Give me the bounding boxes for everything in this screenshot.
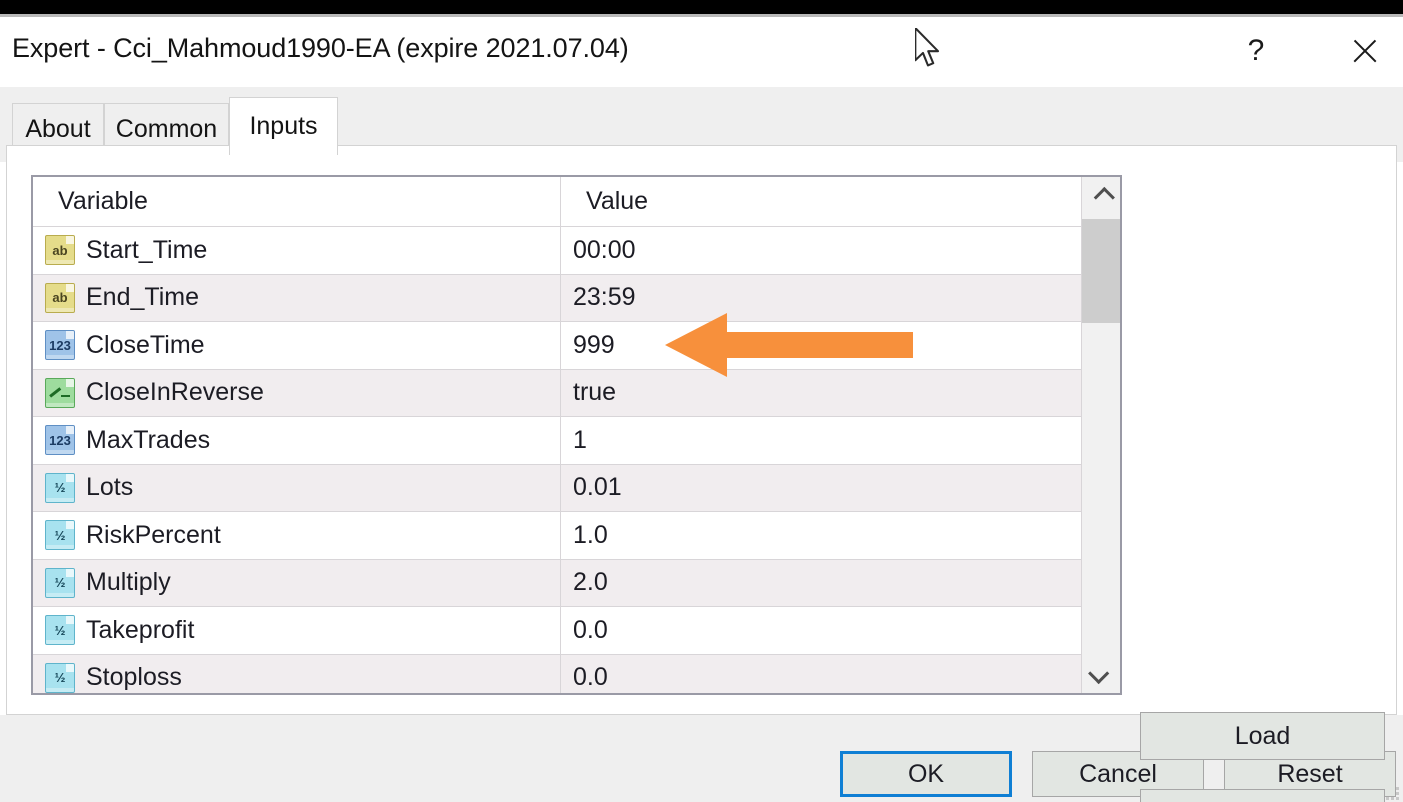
ok-button-label: OK [908,760,944,789]
variable-name: Multiply [86,568,171,597]
question-mark-icon: ? [1248,34,1265,68]
row-variable-cell: ½ Stoploss [33,655,561,696]
ok-button[interactable]: OK [840,751,1012,797]
vertical-scrollbar[interactable] [1081,177,1120,693]
row-variable-cell: ½ Lots [33,465,561,512]
close-icon [1350,36,1380,66]
row-value-cell[interactable]: 23:59 [561,275,1081,322]
variable-value: 1.0 [573,521,608,550]
boolean-type-icon [45,378,75,408]
table-row[interactable]: 123 CloseTime 999 [33,322,1081,370]
variable-value: 0.0 [573,616,608,645]
header-cell-variable: Variable [33,177,561,226]
row-value-cell[interactable]: 00:00 [561,227,1081,274]
dialog-titlebar: Expert - Cci_Mahmoud1990-EA (expire 2021… [0,17,1403,87]
tab-inputs[interactable]: Inputs [229,97,338,155]
close-button[interactable] [1338,27,1392,75]
inputs-tab-panel: Variable Value ab Start_Time 00: [6,145,1397,715]
load-button[interactable]: Load [1140,712,1385,760]
row-value-cell[interactable]: 0.01 [561,465,1081,512]
row-value-cell[interactable]: 0.0 [561,607,1081,654]
chevron-down-icon [1088,662,1109,683]
row-variable-cell: ½ RiskPercent [33,512,561,559]
variable-name: Lots [86,473,133,502]
expert-settings-dialog: Expert - Cci_Mahmoud1990-EA (expire 2021… [0,17,1403,802]
tab-about-label: About [25,115,90,144]
variable-name: Start_Time [86,236,207,265]
double-type-icon: ½ [45,615,75,645]
row-variable-cell: 123 MaxTrades [33,417,561,464]
row-variable-cell: 123 CloseTime [33,322,561,369]
integer-type-icon: 123 [45,330,75,360]
variable-value: 2.0 [573,568,608,597]
variable-value: 00:00 [573,236,636,265]
save-button[interactable]: Save [1140,789,1385,802]
variable-name: Stoploss [86,663,182,692]
double-type-icon: ½ [45,473,75,503]
variable-name: End_Time [86,283,199,312]
row-variable-cell: CloseInReverse [33,370,561,417]
scrollbar-down-button[interactable] [1082,653,1120,693]
scrollbar-up-button[interactable] [1082,177,1120,217]
integer-type-icon: 123 [45,425,75,455]
chevron-up-icon [1093,186,1114,207]
table-header-row: Variable Value [33,177,1081,227]
reset-button-label: Reset [1277,760,1342,789]
inputs-list-body: Variable Value ab Start_Time 00: [33,177,1081,693]
row-value-cell[interactable]: 0.0 [561,655,1081,696]
table-row[interactable]: CloseInReverse true [33,370,1081,418]
table-row[interactable]: ½ Takeprofit 0.0 [33,607,1081,655]
tab-common-label: Common [116,115,217,144]
row-value-cell[interactable]: 999 [561,322,1081,369]
scrollbar-thumb[interactable] [1082,219,1120,323]
table-row[interactable]: ab Start_Time 00:00 [33,227,1081,275]
screen-root: Expert - Cci_Mahmoud1990-EA (expire 2021… [0,0,1403,802]
column-header-variable: Variable [45,187,148,216]
double-type-icon: ½ [45,663,75,693]
variable-name: CloseInReverse [86,378,264,407]
string-type-icon: ab [45,235,75,265]
row-variable-cell: ab End_Time [33,275,561,322]
variable-name: Takeprofit [86,616,194,645]
help-button[interactable]: ? [1229,27,1283,75]
table-row[interactable]: ½ Lots 0.01 [33,465,1081,513]
variable-name: MaxTrades [86,426,210,455]
header-cell-value: Value [561,177,1081,226]
row-value-cell[interactable]: 1 [561,417,1081,464]
screen-capture-top-bar [0,0,1403,14]
table-row[interactable]: 123 MaxTrades 1 [33,417,1081,465]
variable-value: true [573,378,616,407]
tab-inputs-label: Inputs [249,112,317,141]
variable-value: 0.01 [573,473,622,502]
table-row[interactable]: ½ RiskPercent 1.0 [33,512,1081,560]
variable-value: 23:59 [573,283,636,312]
variable-value: 999 [573,331,615,360]
table-row[interactable]: ab End_Time 23:59 [33,275,1081,323]
table-row[interactable]: ½ Multiply 2.0 [33,560,1081,608]
double-type-icon: ½ [45,568,75,598]
variable-name: CloseTime [86,331,205,360]
row-variable-cell: ab Start_Time [33,227,561,274]
load-button-label: Load [1235,722,1291,751]
string-type-icon: ab [45,283,75,313]
variable-value: 0.0 [573,663,608,692]
double-type-icon: ½ [45,520,75,550]
column-header-value: Value [573,187,648,216]
dialog-title: Expert - Cci_Mahmoud1990-EA (expire 2021… [12,33,629,64]
row-value-cell[interactable]: 2.0 [561,560,1081,607]
row-value-cell[interactable]: true [561,370,1081,417]
save-button-label: Save [1234,799,1291,802]
row-variable-cell: ½ Multiply [33,560,561,607]
cancel-button-label: Cancel [1079,760,1157,789]
row-variable-cell: ½ Takeprofit [33,607,561,654]
variable-value: 1 [573,426,587,455]
row-value-cell[interactable]: 1.0 [561,512,1081,559]
inputs-parameter-list[interactable]: Variable Value ab Start_Time 00: [31,175,1122,695]
variable-name: RiskPercent [86,521,221,550]
table-row[interactable]: ½ Stoploss 0.0 [33,655,1081,696]
